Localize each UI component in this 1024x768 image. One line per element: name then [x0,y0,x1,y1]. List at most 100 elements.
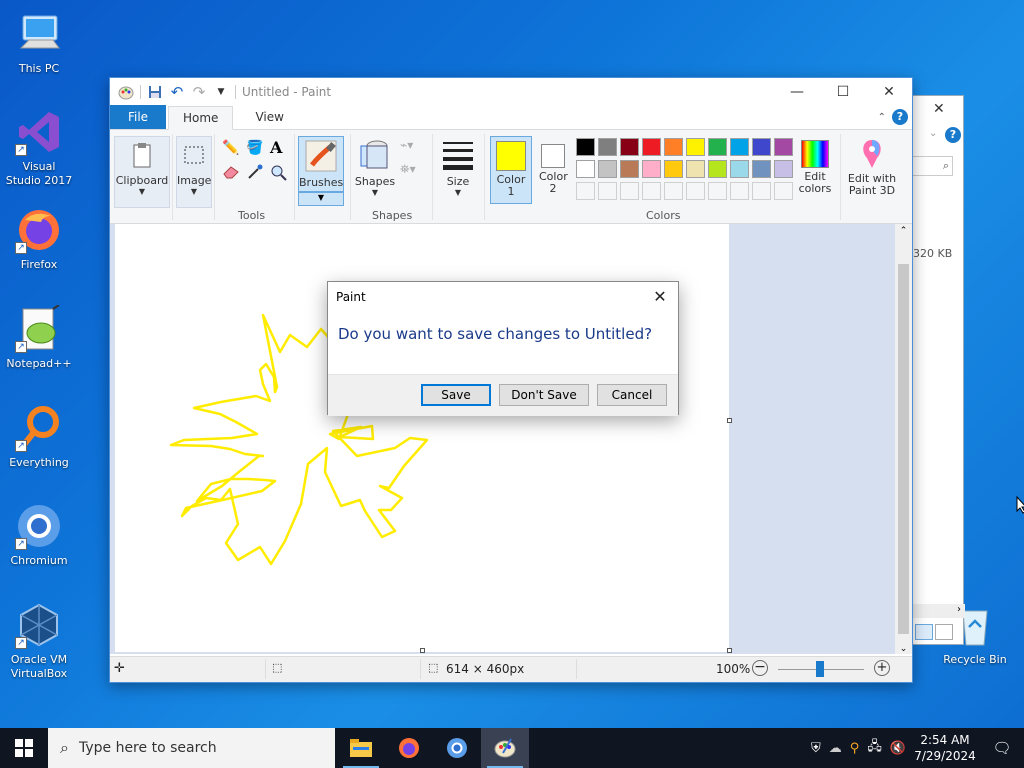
taskbar-chromium[interactable] [433,728,481,768]
palette-swatch[interactable] [576,160,595,178]
edit-colors-button[interactable]: Edit colors [794,136,836,208]
resize-handle-right[interactable] [727,418,732,423]
resize-handle-bottom[interactable] [420,648,425,653]
image-button[interactable]: Image ▼ [176,136,212,208]
taskbar-file-explorer[interactable] [337,728,385,768]
text-tool-icon[interactable]: A [270,138,292,158]
size-button[interactable]: Size ▼ [436,136,480,208]
pencil-icon[interactable]: ✏️ [222,140,244,160]
notifications-icon[interactable]: 🗨 [980,739,1024,757]
clock[interactable]: 2:54 AM 7/29/2024 [910,732,980,764]
save-changes-dialog[interactable]: Paint ✕ Do you want to save changes to U… [327,281,679,416]
taskbar-search-box[interactable]: ⌕ Type here to search [48,728,335,768]
palette-swatch[interactable] [598,138,617,156]
zoom-out-button[interactable]: − [752,660,768,676]
palette-swatch[interactable] [620,160,639,178]
cancel-button[interactable]: Cancel [597,384,667,406]
tab-home[interactable]: Home [168,106,234,130]
zoom-in-button[interactable]: + [874,660,890,676]
dialog-close-icon[interactable]: ✕ [650,287,670,306]
brushes-dropdown[interactable]: ▼ [298,192,344,206]
desktop-icon-visual-studio[interactable]: ↗ Visual Studio 2017 [4,108,74,188]
volume-muted-icon[interactable]: 🔇 [890,741,906,756]
custom-color-slot[interactable] [664,182,683,200]
help-icon[interactable]: ? [945,127,961,143]
desktop-icon-this-pc[interactable]: This PC [4,10,74,76]
custom-color-slot[interactable] [620,182,639,200]
eraser-icon[interactable] [222,164,244,184]
security-shield-icon[interactable]: ⛨ [811,741,821,756]
palette-swatch[interactable] [642,160,661,178]
custom-color-slot[interactable] [774,182,793,200]
view-toggle[interactable] [915,624,953,640]
close-button[interactable]: ✕ [866,78,912,106]
close-icon[interactable]: ✕ [933,101,945,117]
custom-color-slot[interactable] [752,182,771,200]
palette-swatch[interactable] [620,138,639,156]
desktop-icon-firefox[interactable]: ↗ Firefox [4,206,74,272]
custom-color-slot[interactable] [730,182,749,200]
zoom-slider-thumb[interactable] [816,661,824,677]
maximize-button[interactable]: ☐ [820,78,866,106]
redo-icon[interactable]: ↷ [191,83,207,101]
taskbar-firefox[interactable] [385,728,433,768]
palette-swatch[interactable] [686,138,705,156]
scrollbar-thumb[interactable] [898,264,909,634]
resize-handle-corner[interactable] [727,648,732,653]
edit-with-paint3d-button[interactable]: Edit with Paint 3D [844,136,900,208]
dont-save-button[interactable]: Don't Save [499,384,589,406]
palette-swatch[interactable] [730,138,749,156]
fill-shape-icon[interactable]: ⛯▾ [400,162,416,177]
custom-color-slot[interactable] [576,182,595,200]
tab-file[interactable]: File [110,105,166,129]
save-icon[interactable] [147,84,163,100]
palette-swatch[interactable] [730,160,749,178]
undo-icon[interactable]: ↶ [169,83,185,101]
palette-swatch[interactable] [664,138,683,156]
palette-swatch[interactable] [774,138,793,156]
palette-swatch[interactable] [774,160,793,178]
customize-quick-access-icon[interactable]: ▼ [213,84,229,100]
network-icon[interactable]: 🖧 [867,737,882,759]
start-button[interactable] [0,728,48,768]
palette-swatch[interactable] [708,138,727,156]
custom-color-slot[interactable] [708,182,727,200]
palette-swatch[interactable] [664,160,683,178]
color2-button[interactable]: Color 2 [534,136,572,204]
color1-button[interactable]: Color 1 [490,136,532,204]
palette-swatch[interactable] [752,160,771,178]
custom-color-slot[interactable] [686,182,705,200]
vertical-scrollbar[interactable]: ⌃ ⌄ [895,224,912,654]
desktop-icon-everything[interactable]: ↗ Everything [4,404,74,470]
horizontal-scrollbar[interactable]: › [913,604,965,618]
details-view-icon[interactable] [915,624,933,640]
chevron-right-icon[interactable]: › [957,604,961,615]
minimize-button[interactable]: — [774,78,820,106]
scroll-down-icon[interactable]: ⌄ [895,644,912,654]
large-icons-view-icon[interactable] [935,624,953,640]
desktop-icon-virtualbox[interactable]: ↗ Oracle VM VirtualBox [4,601,74,681]
tab-view[interactable]: View [241,105,297,129]
desktop-icon-chromium[interactable]: ↗ Chromium [4,502,74,568]
cloud-icon[interactable]: ☁ [829,741,842,756]
clipboard-button[interactable]: Clipboard ▼ [114,136,170,208]
background-explorer-window[interactable]: ✕ ⌄ ? ⌕ 320 KB › [912,95,965,645]
palette-swatch[interactable] [708,160,727,178]
palette-swatch[interactable] [598,160,617,178]
color-picker-icon[interactable] [246,164,268,184]
palette-swatch[interactable] [642,138,661,156]
magnifier-icon[interactable] [270,164,292,184]
everything-tray-icon[interactable]: ⚲ [850,741,860,756]
custom-color-slot[interactable] [598,182,617,200]
palette-swatch[interactable] [752,138,771,156]
custom-color-slot[interactable] [642,182,661,200]
brushes-button[interactable]: Brushes [298,136,344,192]
save-button[interactable]: Save [421,384,491,406]
desktop-icon-notepadpp[interactable]: ↗ Notepad++ [4,304,74,371]
search-box[interactable]: ⌕ [913,156,953,176]
title-bar[interactable]: ↶ ↷ ▼ Untitled - Paint — ☐ ✕ [110,78,912,106]
outline-icon[interactable]: ⌁▾ [400,138,413,152]
palette-swatch[interactable] [686,160,705,178]
palette-swatch[interactable] [576,138,595,156]
minimize-ribbon-icon[interactable]: ⌃ [878,112,886,123]
